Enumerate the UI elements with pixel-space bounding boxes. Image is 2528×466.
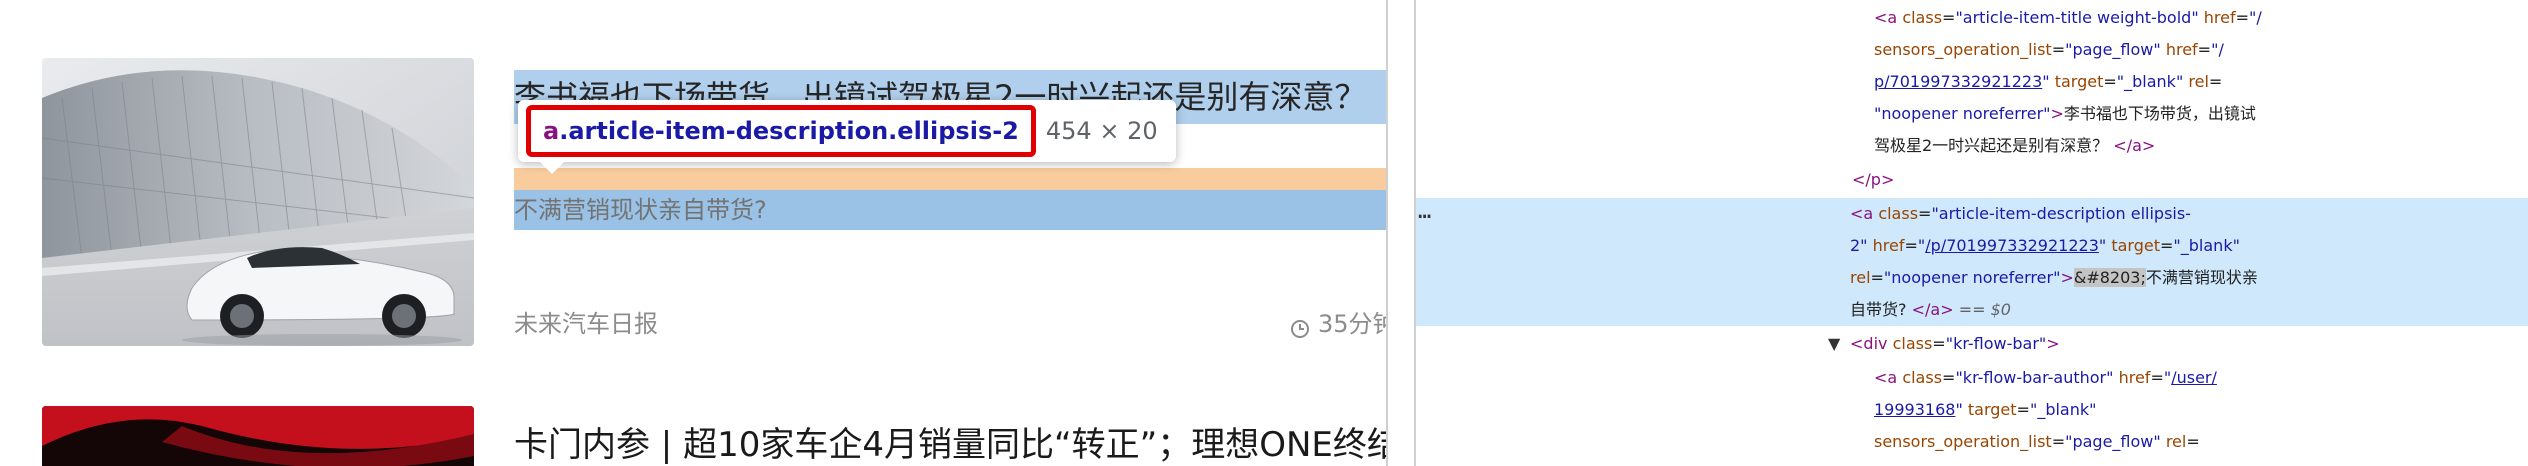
dom-line-2[interactable]: p/701997332921223" target="_blank" rel= [1874, 66, 2222, 98]
dom-line-1[interactable]: <a class="article-item-title weight-bold… [1874, 2, 2262, 34]
tooltip-dimensions: 454 × 20 [1045, 117, 1158, 145]
dom-line-8[interactable]: rel="noopener noreferrer">&#8203;不满营销现状亲 [1850, 262, 2258, 294]
dom-line-1b[interactable]: sensors_operation_list="page_flow" href=… [1874, 34, 2224, 66]
dom-line-4[interactable]: 驾极星2一时兴起还是别有深意？ </a> [1874, 130, 2155, 162]
tooltip-classes: .article-item-description.ellipsis-2 [559, 117, 1019, 145]
clock-icon [1290, 314, 1310, 338]
article-time-1: 35分钟前 [1290, 307, 1386, 341]
article-description-1[interactable]: 不满营销现状亲自带货? [514, 192, 1386, 228]
dom-line-6-selected[interactable]: <a class="article-item-description ellip… [1850, 198, 2191, 230]
element-margin-highlight [514, 168, 1386, 190]
article-thumbnail-car[interactable] [42, 58, 474, 346]
tooltip-selector: a.article-item-description.ellipsis-2 [526, 105, 1036, 157]
dom-line-13[interactable]: sensors_operation_list="page_flow" rel= [1874, 426, 2200, 458]
dom-line-12[interactable]: 19993168" target="_blank" [1874, 394, 2096, 426]
article-time-label: 35分钟前 [1318, 310, 1386, 338]
expand-triangle-icon[interactable]: ▼ [1828, 328, 1850, 360]
inspect-tooltip: a.article-item-description.ellipsis-2 45… [518, 100, 1176, 162]
dom-line-7[interactable]: 2" href="/p/701997332921223" target="_bl… [1850, 230, 2240, 262]
article-author-1[interactable]: 未来汽车日报 [514, 307, 658, 341]
dom-line-3[interactable]: "noopener noreferrer">李书福也下场带货，出镜试 [1874, 98, 2256, 130]
car-image [42, 58, 474, 346]
article-image-2 [42, 406, 474, 466]
panel-resize-gutter[interactable] [1386, 0, 1416, 466]
article-list-page: 李书福也下场带货，出镜试驾极星2一时兴起还是别有深意？ 不满营销现状亲自带货? … [0, 0, 1386, 466]
dom-line-5[interactable]: </p> [1852, 164, 1894, 196]
article-thumbnail-2[interactable] [42, 406, 474, 466]
dom-line-11[interactable]: <a class="kr-flow-bar-author" href="/use… [1874, 362, 2217, 394]
tooltip-tag: a [543, 117, 560, 145]
dom-line-10[interactable]: ▼ <div class="kr-flow-bar"> [1828, 328, 2060, 360]
node-actions-ellipsis[interactable]: … [1418, 198, 1446, 228]
dom-line-9[interactable]: 自带货? </a> == $0 [1850, 294, 2011, 326]
article-title-2[interactable]: 卡门内参 | 超10家车企4月销量同比“转正”；理想ONE终结 [514, 420, 1386, 466]
tooltip-arrow [538, 160, 566, 174]
